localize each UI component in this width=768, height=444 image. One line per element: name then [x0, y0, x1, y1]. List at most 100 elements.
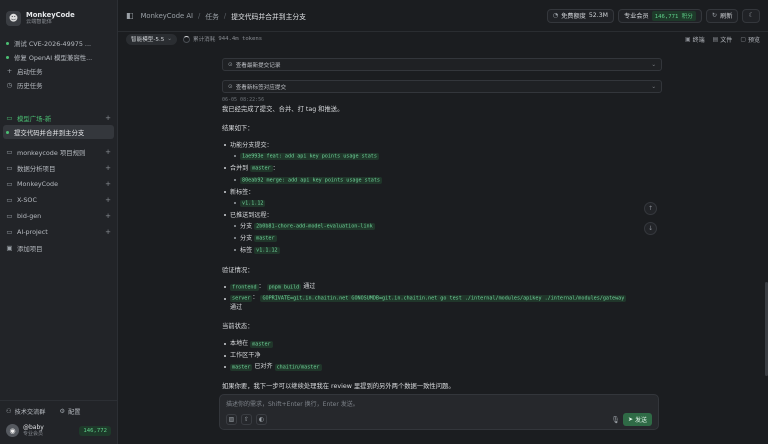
sidebar-project-item[interactable]: ▭ X-SOC +: [0, 193, 117, 207]
status-dot-icon: [6, 55, 9, 59]
project-list: ▭ 模型广场-新 + 提交代码并合并到主分支 ▭ monkeycode 项目规则…: [0, 111, 117, 255]
commit-code: 1ae993e feat: add api key points usage s…: [240, 153, 379, 161]
avatar: ◉: [6, 424, 19, 438]
tag-code: v1.1.12: [254, 247, 280, 255]
user-profile[interactable]: ◉ @baby 专业会员 146,772: [0, 416, 117, 437]
palette-icon: ◐: [258, 416, 265, 423]
send-icon: ➤: [627, 416, 633, 423]
list-item: 80eab92 merge: add api key points usage …: [232, 175, 662, 187]
user-role: 专业会员: [23, 431, 44, 438]
sidebar-item-add-project[interactable]: ▣ 添加项目: [0, 241, 117, 255]
scroll-up-button[interactable]: ↑: [644, 202, 657, 215]
list-item: 分支 master: [232, 233, 662, 245]
list-item: 新标签： v1.1.12: [222, 187, 662, 210]
refresh-button[interactable]: ↻ 刷新: [705, 8, 739, 23]
list-item: 标签 v1.1.12: [232, 245, 662, 257]
folder-icon: ▭: [6, 212, 13, 220]
list-item: server： GOPRIVATE=git.in.chaitin.net GON…: [222, 293, 662, 313]
brand-subtitle: 云端智能体: [26, 19, 52, 26]
status-dot-icon: [6, 41, 9, 45]
tag-code: v1.1.12: [240, 200, 266, 208]
add-folder-icon: ▣: [6, 244, 13, 252]
commit-code: 80eab92 merge: add api key points usage …: [240, 177, 383, 185]
folder-icon: ▭: [6, 180, 13, 188]
moon-icon: ☾: [748, 12, 754, 19]
theme-toggle-button[interactable]: ☾: [742, 8, 760, 23]
add-icon[interactable]: +: [105, 180, 111, 188]
sidebar-item-current-task[interactable]: 提交代码并合并到主分支: [3, 125, 114, 139]
command-code: GOPRIVATE=git.in.chaitin.net GONOSUMDB=g…: [260, 294, 627, 302]
arrow-down-icon: ↓: [647, 225, 654, 232]
list-item: 合并到 master： 80eab92 merge: add api key p…: [222, 163, 662, 187]
branch-code: chaitin/master: [274, 363, 322, 371]
scroll-down-button[interactable]: ↓: [644, 222, 657, 235]
free-quota-pill[interactable]: ◔ 免费额度 52.3M: [546, 8, 614, 23]
palette-button[interactable]: ◐: [256, 414, 267, 425]
sidebar-project-item[interactable]: ▭ AI-project +: [0, 225, 117, 239]
history-icon: ◷: [6, 81, 13, 89]
chevron-down-icon: ⌄: [651, 83, 656, 90]
preview-button[interactable]: ▢ 预览: [740, 35, 760, 44]
sidebar-item-history[interactable]: ◷ 历史任务: [0, 78, 117, 92]
check-circle-icon: ⊙: [228, 83, 233, 90]
collapsible-latest-commits[interactable]: ⊙ 查看最新提交记录 ⌄: [222, 58, 662, 71]
people-icon: ⚇: [6, 408, 12, 415]
add-icon[interactable]: +: [105, 148, 111, 156]
folder-icon: ▭: [6, 164, 13, 172]
sidebar-toggle-icon[interactable]: ◧: [126, 11, 134, 20]
sidebar-project-item[interactable]: ▭ bid-gen +: [0, 209, 117, 223]
model-select[interactable]: 智能模型-5.5 ⌄: [126, 33, 177, 45]
task-toolbar: 智能模型-5.5 ⌄ 累计消耗 944.4m tokens ▣ 终端 ▤ 文件 …: [118, 32, 768, 46]
chevron-down-icon: ⌄: [651, 61, 656, 68]
monkey-logo-icon: ☻: [6, 11, 21, 26]
mic-icon[interactable]: 🎙: [611, 416, 620, 424]
scope-code: frontend: [230, 283, 259, 291]
list-item: 本地在 master: [222, 338, 662, 350]
message-input[interactable]: 描述你的需求，Shift+Enter 换行，Enter 发送。: [226, 399, 359, 408]
upload-button[interactable]: ⇧: [241, 414, 252, 425]
files-button[interactable]: ▤ 文件: [713, 35, 733, 44]
verify-list: frontend： pnpm build 通过 server： GOPRIVAT…: [222, 281, 662, 313]
branch-code: master: [250, 165, 273, 173]
message-content: ⊙ 查看最新提交记录 ⌄ ⊙ 查看新标签对应提交 ⌄ 06-05 08:22:5…: [222, 58, 662, 392]
branch-code: master: [254, 235, 277, 243]
breadcrumb-separator: /: [223, 11, 227, 20]
add-icon[interactable]: +: [105, 212, 111, 220]
add-icon[interactable]: +: [105, 164, 111, 172]
brand: ☻ MonkeyCode 云端智能体: [0, 0, 117, 30]
community-button[interactable]: ⚇ 技术交流群: [6, 407, 46, 416]
send-button[interactable]: ➤ 发送: [622, 413, 652, 426]
refresh-icon: ↻: [711, 12, 718, 19]
terminal-button[interactable]: ▣ 终端: [685, 35, 705, 44]
branch-code: 2b0b81-chore-add-model-evaluation-link: [254, 223, 375, 231]
breadcrumb-item[interactable]: 任务: [205, 11, 219, 21]
list-item: master 已对齐 chaitin/master: [222, 361, 662, 373]
usage-ring-icon: [182, 35, 190, 43]
collapsible-tag-commit[interactable]: ⊙ 查看新标签对应提交 ⌄: [222, 80, 662, 93]
sidebar-task-item[interactable]: 测试 CVE-2026-49975 ...: [0, 36, 117, 50]
sidebar-group-model-square[interactable]: ▭ 模型广场-新 +: [0, 111, 117, 125]
folder-icon: ▭: [6, 148, 13, 156]
sidebar-project-item[interactable]: ▭ 数据分析项目 +: [0, 161, 117, 175]
list-item: v1.1.12: [232, 198, 662, 210]
list-item: 1ae993e feat: add api key points usage s…: [232, 151, 662, 163]
sidebar-project-item[interactable]: ▭ monkeycode 项目规则 +: [0, 145, 117, 159]
sidebar-task-item[interactable]: 修复 OpenAI 模型兼容性...: [0, 50, 117, 64]
composer: 描述你的需求，Shift+Enter 换行，Enter 发送。 ▨ ⇧ ◐ 🎙 …: [219, 394, 659, 430]
list-item: frontend： pnpm build 通过: [222, 281, 662, 293]
add-icon[interactable]: +: [105, 114, 111, 122]
preview-icon: ▢: [740, 35, 746, 43]
folder-icon: ▭: [6, 228, 13, 236]
member-pill[interactable]: 专业会员 146,771 积分: [617, 8, 702, 23]
attach-image-button[interactable]: ▨: [226, 414, 237, 425]
status-heading: 当前状态：: [222, 323, 254, 331]
points-badge: 146,771 积分: [651, 10, 696, 21]
breadcrumb-item[interactable]: MonkeyCode AI: [141, 12, 193, 20]
sidebar-project-item[interactable]: ▭ MonkeyCode +: [0, 177, 117, 191]
add-icon[interactable]: +: [105, 196, 111, 204]
breadcrumb: MonkeyCode AI / 任务 / 提交代码并合并到主分支: [141, 11, 306, 21]
top-bar: ◧ MonkeyCode AI / 任务 / 提交代码并合并到主分支 ◔ 免费额…: [118, 0, 768, 32]
sidebar-item-start-task[interactable]: + 启动任务: [0, 64, 117, 78]
settings-button[interactable]: ⚙ 配置: [60, 407, 81, 416]
add-icon[interactable]: +: [105, 228, 111, 236]
